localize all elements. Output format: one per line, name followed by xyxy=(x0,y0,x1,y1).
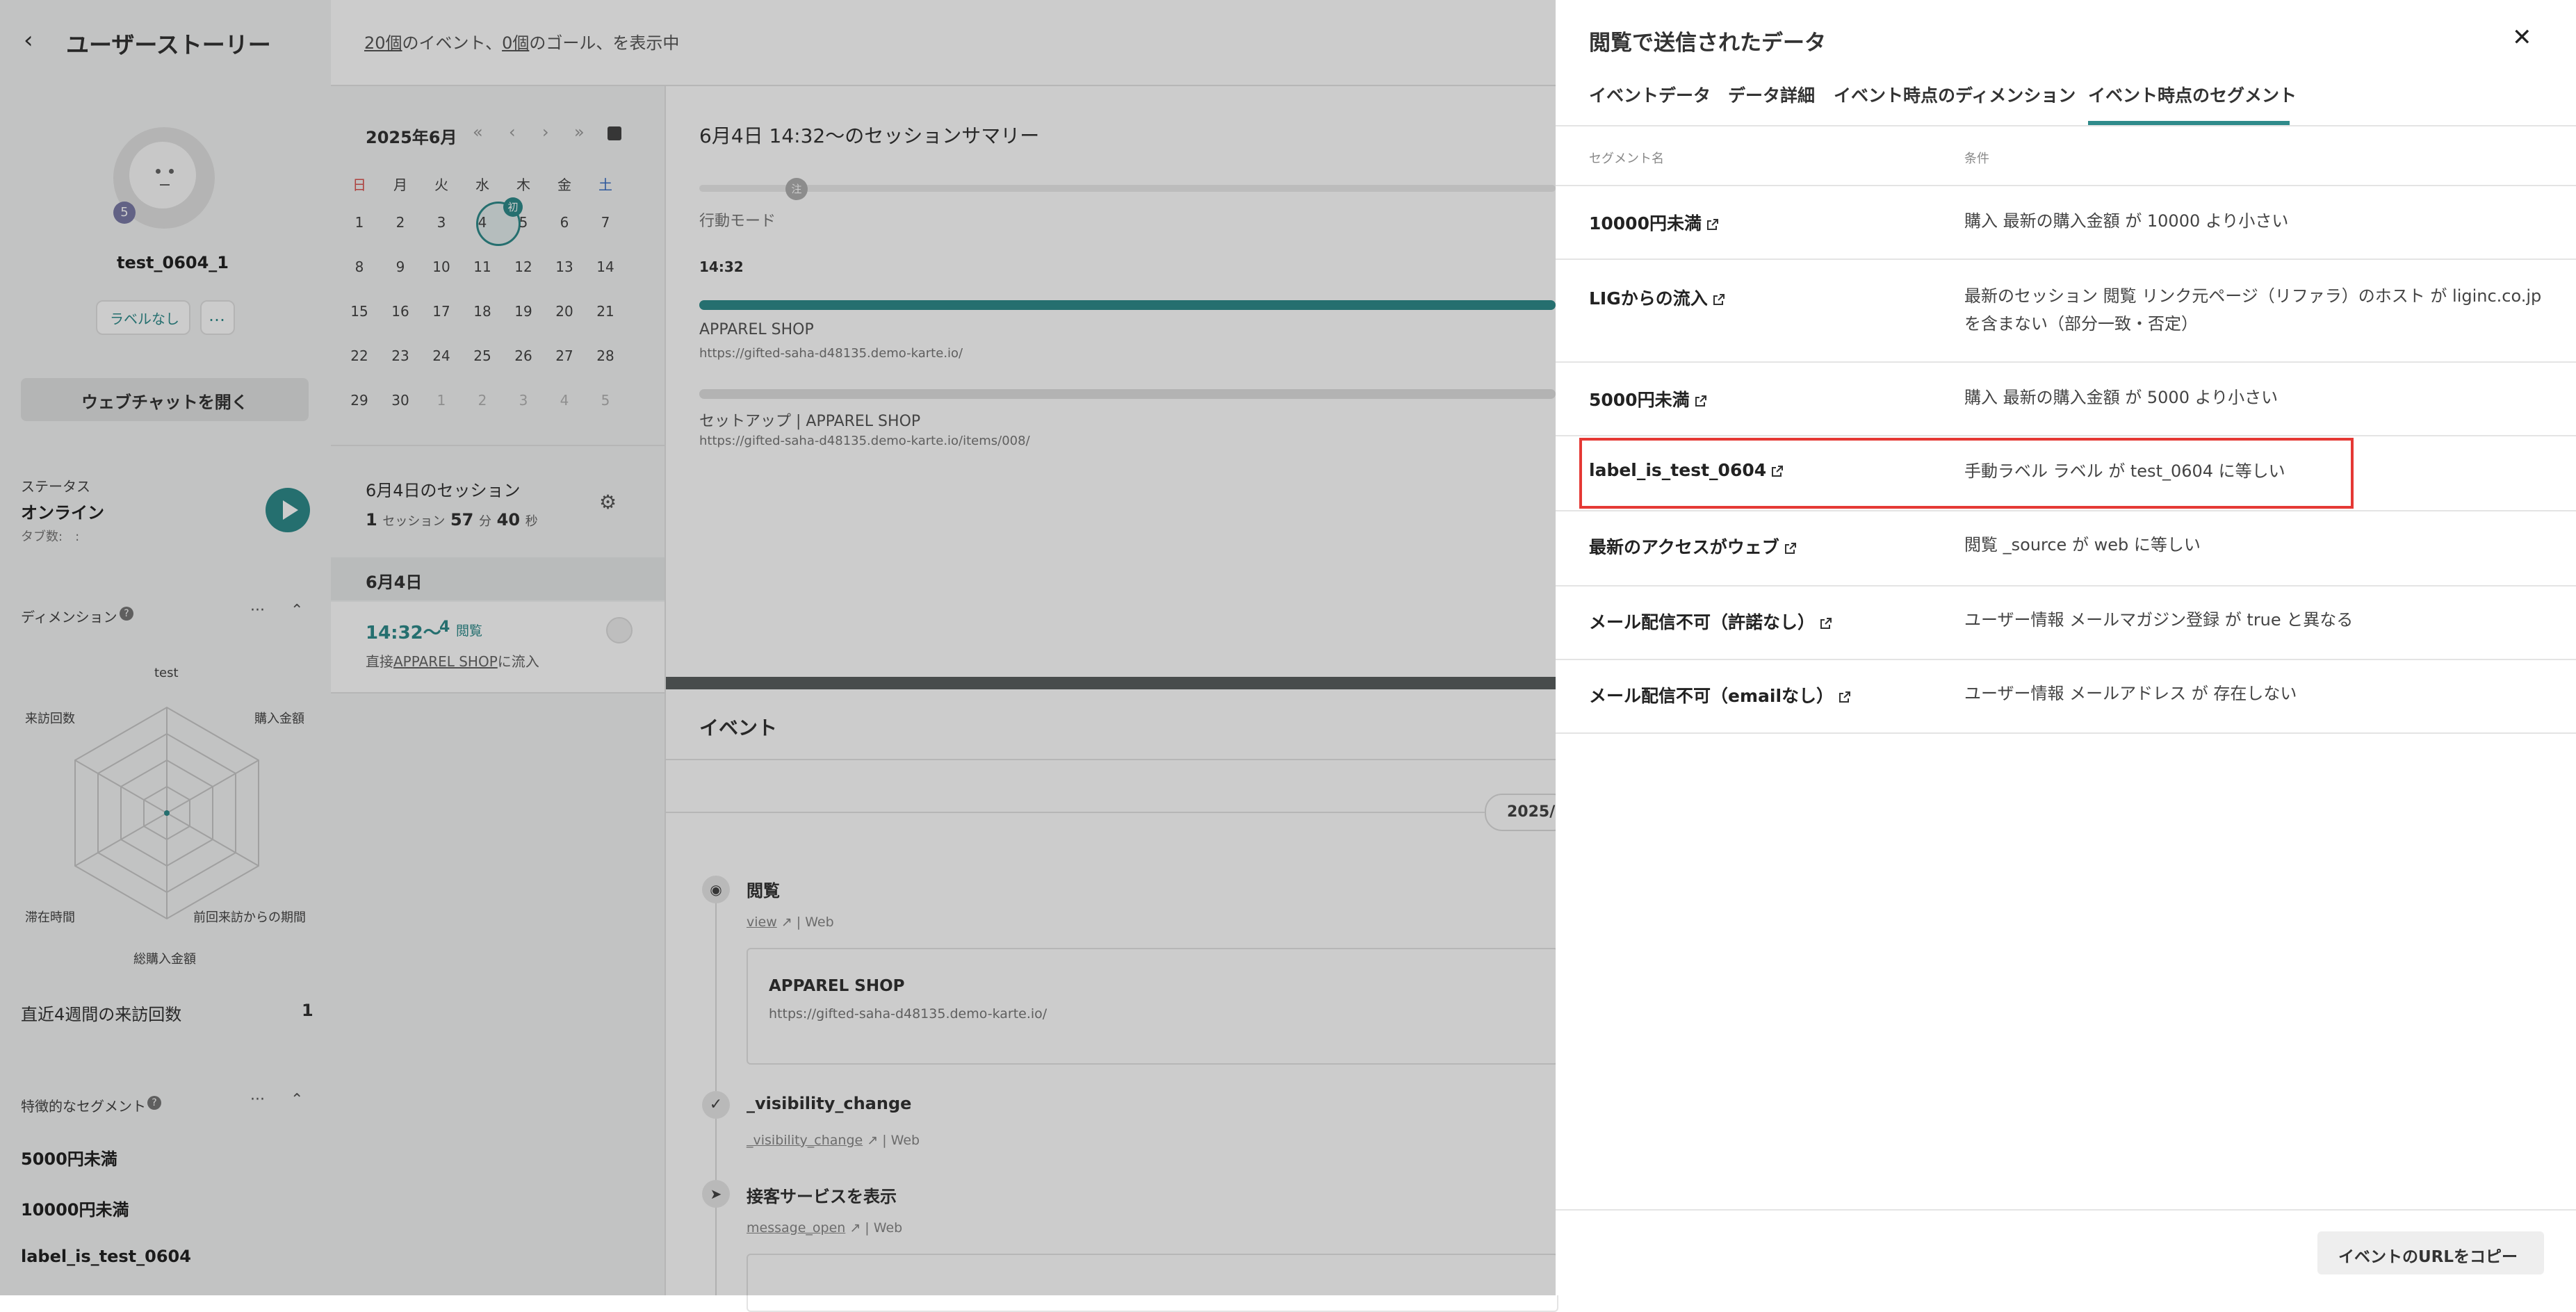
external-link-icon[interactable] xyxy=(1819,616,1833,630)
event-data-drawer: 閲覧で送信されたデータ ✕ イベントデータ データ詳細 イベント時点のディメンシ… xyxy=(1556,0,2576,1295)
segment-name[interactable]: メール配信不可（emailなし） xyxy=(1589,682,1852,707)
segment-condition: 購入 最新の購入金額 が 5000 より小さい xyxy=(1964,388,2279,407)
tab-segments-at-event[interactable]: イベント時点のセグメント xyxy=(2088,82,2297,107)
modal-overlay[interactable] xyxy=(0,0,1556,1295)
column-segment-name: セグメント名 xyxy=(1589,151,1664,166)
segment-condition: ユーザー情報 メールアドレス が 存在しない xyxy=(1964,684,2297,703)
external-link-icon[interactable] xyxy=(1694,394,1708,408)
segment-name[interactable]: 最新のアクセスがウェブ xyxy=(1589,534,1798,559)
external-link-icon[interactable] xyxy=(1706,218,1720,231)
drawer-title: 閲覧で送信されたデータ xyxy=(1589,31,1826,56)
highlight-box xyxy=(1579,438,2354,509)
segment-name[interactable]: 5000円未満 xyxy=(1589,386,1708,411)
close-icon[interactable]: ✕ xyxy=(2512,24,2532,51)
segment-condition: 最新のセッション 閲覧 リンク元ページ（リファラ）のホスト が liginc.c… xyxy=(1964,286,2542,306)
tab-dimensions-at-event[interactable]: イベント時点のディメンション xyxy=(1834,82,2076,107)
tab-event-data[interactable]: イベントデータ xyxy=(1589,82,1711,107)
segment-name[interactable]: メール配信不可（許諾なし） xyxy=(1589,609,1833,634)
segment-condition: 購入 最新の購入金額 が 10000 より小さい xyxy=(1964,211,2289,231)
column-condition: 条件 xyxy=(1964,151,1989,166)
external-link-icon[interactable] xyxy=(1784,541,1798,555)
segment-condition: ユーザー情報 メールマガジン登録 が true と異なる xyxy=(1964,610,2354,630)
tab-data-detail[interactable]: データ詳細 xyxy=(1728,82,1815,107)
external-link-icon[interactable] xyxy=(1838,690,1852,704)
segment-condition: 閲覧 _source が web に等しい xyxy=(1964,535,2201,555)
segment-name[interactable]: LIGからの流入 xyxy=(1589,285,1726,310)
external-link-icon[interactable] xyxy=(1712,293,1726,306)
segment-condition-cont: を含まない（部分一致・否定） xyxy=(1964,314,2198,334)
copy-event-url-button[interactable]: イベントのURLをコピー xyxy=(2317,1231,2544,1274)
segment-name[interactable]: 10000円未満 xyxy=(1589,210,1720,235)
